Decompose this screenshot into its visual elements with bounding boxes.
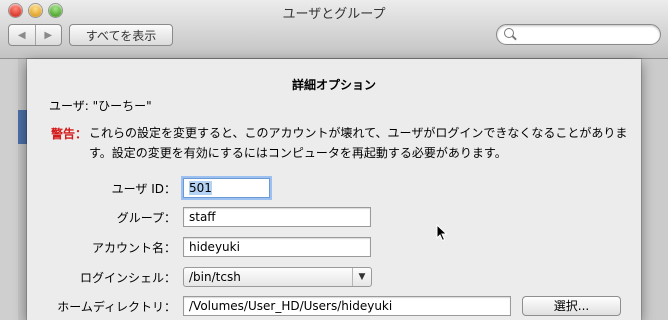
warning-label: 警告：: [51, 127, 88, 141]
back-button[interactable]: ◀: [9, 25, 35, 45]
sheet-title: 詳細オプション: [291, 78, 376, 92]
group-field[interactable]: staff: [183, 207, 371, 227]
account-name-field[interactable]: hideyuki: [183, 237, 371, 257]
login-shell-label: ログインシェル：: [79, 271, 176, 285]
forward-button[interactable]: ▶: [34, 25, 62, 45]
user-id-value: 501: [189, 181, 212, 195]
search-icon: [504, 28, 514, 38]
advanced-options-sheet: 詳細オプション ユーザ: "ひーちー" 警告： これらの設定を変更すると、このア…: [27, 59, 641, 320]
back-forward-control: ◀ ▶: [8, 24, 62, 46]
warning-text: これらの設定を変更すると、このアカウントが壊れて、ユーザがログインできなくなるこ…: [89, 126, 628, 160]
home-directory-label: ホームディレクトリ：: [57, 300, 176, 314]
group-label: グループ：: [116, 211, 176, 225]
choose-button[interactable]: 選択...: [522, 296, 621, 316]
login-shell-popup[interactable]: /bin/tcsh ▼: [183, 267, 372, 287]
background-user-list: [18, 59, 27, 320]
chevron-down-icon: ▼: [352, 268, 371, 286]
show-all-button[interactable]: すべてを表示: [69, 24, 173, 46]
login-shell-value: /bin/tcsh: [189, 270, 241, 284]
window-title: ユーザとグループ: [282, 7, 386, 22]
user-id-label: ユーザ ID：: [111, 182, 176, 196]
background-selected-user: [18, 110, 27, 144]
title-bar: ユーザとグループ ◀ ▶ すべてを表示: [0, 0, 668, 59]
search-field[interactable]: [496, 24, 661, 45]
user-name-line: ユーザ: "ひーちー": [49, 99, 152, 113]
account-name-label: アカウント名：: [91, 241, 176, 255]
background-right-edge: [641, 59, 668, 320]
home-directory-field[interactable]: /Volumes/User_HD/Users/hideyuki: [183, 296, 511, 316]
user-id-field[interactable]: 501: [183, 178, 270, 198]
